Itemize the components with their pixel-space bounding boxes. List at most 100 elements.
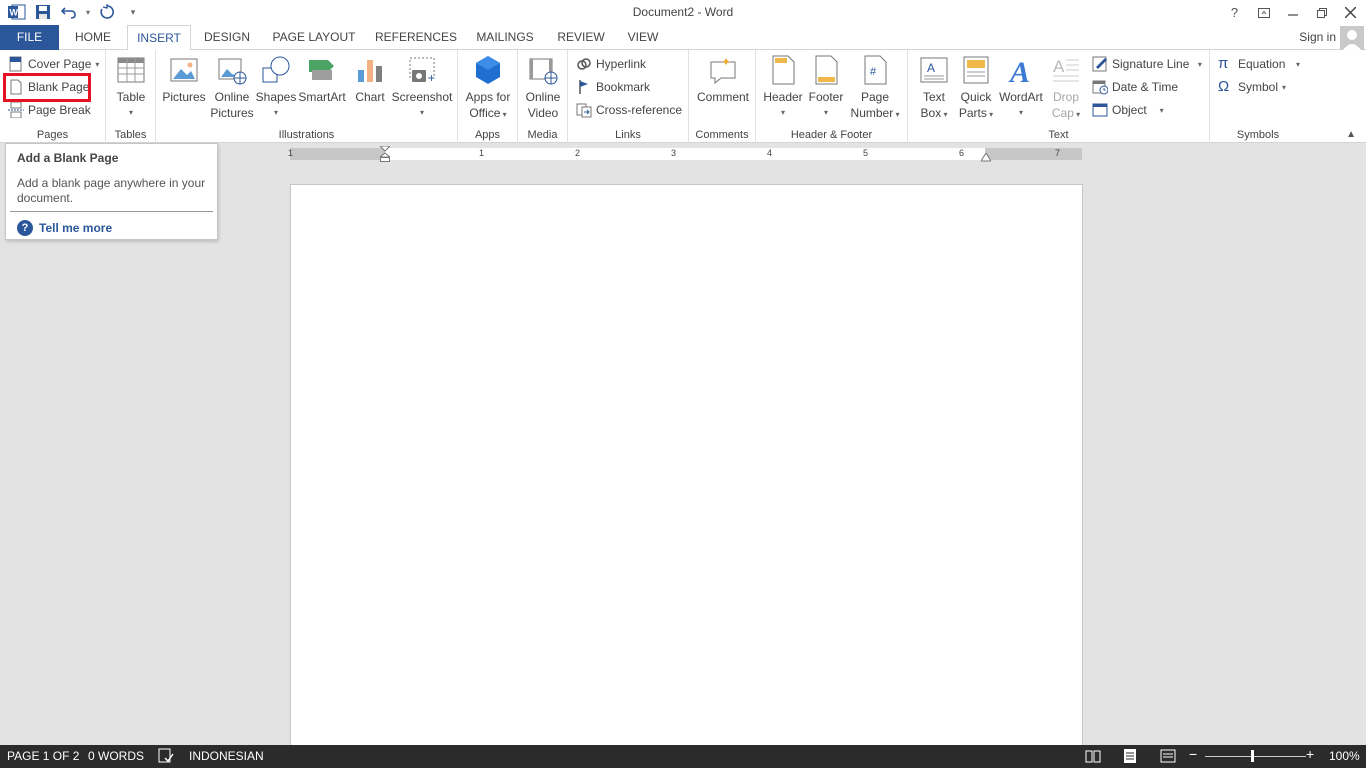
table-button[interactable]: Table ▾ bbox=[112, 54, 150, 121]
quick-parts-icon bbox=[960, 54, 992, 86]
calendar-icon bbox=[1092, 79, 1109, 95]
tell-me-more-link[interactable]: ? Tell me more bbox=[17, 220, 112, 236]
online-pictures-button[interactable]: Online Pictures bbox=[210, 54, 254, 121]
tab-mailings[interactable]: MAILINGS bbox=[468, 25, 542, 50]
group-media: Online Video Media bbox=[518, 50, 568, 143]
proofing-icon[interactable] bbox=[158, 748, 174, 767]
signature-line-button[interactable]: Signature Line ▾ bbox=[1092, 54, 1202, 74]
hyperlink-button[interactable]: Hyperlink bbox=[576, 54, 646, 74]
cross-reference-button[interactable]: Cross-reference bbox=[576, 100, 682, 120]
tab-view[interactable]: VIEW bbox=[618, 25, 668, 50]
bookmark-button[interactable]: Bookmark bbox=[576, 77, 650, 97]
sign-in-link[interactable]: Sign in bbox=[1299, 30, 1336, 44]
horizontal-ruler[interactable]: 1 1 2 3 4 5 6 7 bbox=[288, 145, 1082, 162]
collapse-ribbon-icon[interactable]: ▲ bbox=[1346, 129, 1356, 140]
tab-home[interactable]: HOME bbox=[63, 25, 123, 50]
right-indent-marker-icon[interactable] bbox=[980, 151, 992, 162]
web-layout-icon[interactable] bbox=[1160, 748, 1176, 767]
group-label-media: Media bbox=[527, 129, 558, 141]
zoom-in-icon[interactable]: + bbox=[1306, 746, 1314, 762]
group-header-footer: Header ▾ Footer ▾ # Page Number ▾ Header… bbox=[756, 50, 908, 143]
footer-button[interactable]: Footer ▾ bbox=[806, 54, 846, 121]
chart-button[interactable]: Chart bbox=[350, 54, 390, 105]
word-count[interactable]: 0 WORDS bbox=[88, 749, 144, 763]
object-icon bbox=[1092, 102, 1108, 118]
document-page[interactable] bbox=[290, 184, 1083, 746]
pictures-button[interactable]: Pictures bbox=[160, 54, 208, 105]
tab-insert[interactable]: INSERT bbox=[127, 25, 191, 51]
chevron-down-icon: ▾ bbox=[500, 110, 507, 119]
apps-for-office-button[interactable]: Apps for Office ▾ bbox=[462, 54, 514, 123]
document-title: Document2 - Word bbox=[632, 5, 734, 19]
group-label-text: Text bbox=[1048, 129, 1069, 141]
zoom-slider-track[interactable] bbox=[1205, 756, 1306, 757]
drop-cap-icon: A bbox=[1050, 54, 1082, 86]
chevron-down-icon: ▾ bbox=[823, 108, 828, 117]
tab-file[interactable]: FILE bbox=[0, 25, 59, 50]
window-controls: ? bbox=[1220, 0, 1365, 25]
tab-page-layout[interactable]: PAGE LAYOUT bbox=[264, 25, 364, 50]
read-mode-icon[interactable] bbox=[1085, 748, 1101, 767]
text-box-icon: A bbox=[918, 54, 950, 86]
chevron-down-icon: ▾ bbox=[1018, 108, 1023, 117]
page-number-icon: # bbox=[859, 54, 891, 86]
zoom-out-icon[interactable]: − bbox=[1189, 746, 1197, 762]
hyperlink-icon bbox=[576, 56, 592, 72]
title-bar: W ▾ ▾ Document2 - Word ? bbox=[0, 0, 1366, 25]
tab-review[interactable]: REVIEW bbox=[550, 25, 612, 50]
chevron-down-icon: ▾ bbox=[128, 108, 133, 117]
restore-button[interactable] bbox=[1307, 0, 1336, 25]
pictures-icon bbox=[168, 54, 200, 86]
avatar[interactable] bbox=[1340, 26, 1364, 50]
cover-page-button[interactable]: Cover Page ▾ bbox=[8, 54, 99, 74]
text-box-button[interactable]: A Text Box ▾ bbox=[912, 54, 956, 123]
svg-text:A: A bbox=[1053, 57, 1065, 76]
screenshot-button[interactable]: + Screenshot ▾ bbox=[390, 54, 454, 121]
page-count[interactable]: PAGE 1 OF 2 bbox=[7, 749, 79, 763]
ribbon-display-options-icon[interactable] bbox=[1249, 0, 1278, 25]
help-icon: ? bbox=[17, 220, 33, 236]
shapes-button[interactable]: Shapes ▾ bbox=[254, 54, 298, 121]
zoom-level[interactable]: 100% bbox=[1329, 749, 1360, 763]
group-label-comments: Comments bbox=[695, 129, 749, 141]
footer-icon bbox=[810, 54, 842, 86]
equation-button[interactable]: π Equation ▾ bbox=[1218, 54, 1300, 74]
wordart-button[interactable]: A WordArt ▾ bbox=[996, 54, 1046, 121]
cross-reference-icon bbox=[576, 102, 592, 118]
symbol-button[interactable]: Ω Symbol ▾ bbox=[1218, 77, 1286, 97]
object-button[interactable]: Object ▾ bbox=[1092, 100, 1164, 120]
smartart-button[interactable]: SmartArt bbox=[296, 54, 348, 105]
ruler-number: 3 bbox=[671, 148, 677, 158]
wordart-icon: A bbox=[1005, 54, 1037, 89]
language-indicator[interactable]: INDONESIAN bbox=[189, 749, 264, 763]
screenshot-icon: + bbox=[406, 54, 438, 86]
comment-button[interactable]: ✦ Comment bbox=[693, 54, 753, 105]
tooltip-title: Add a Blank Page bbox=[17, 151, 119, 165]
group-label-links: Links bbox=[615, 129, 641, 141]
group-text: A Text Box ▾ Quick Parts ▾ A WordArt ▾ A… bbox=[908, 50, 1210, 143]
online-pictures-icon bbox=[216, 54, 248, 86]
tab-design[interactable]: DESIGN bbox=[196, 25, 258, 50]
header-button[interactable]: Header ▾ bbox=[760, 54, 806, 121]
online-video-button[interactable]: Online Video bbox=[521, 54, 565, 121]
indent-marker-icon[interactable] bbox=[378, 145, 392, 162]
ruler-number: 5 bbox=[863, 148, 869, 158]
close-button[interactable] bbox=[1336, 0, 1365, 25]
zoom-slider-thumb[interactable] bbox=[1251, 750, 1254, 762]
page-number-button[interactable]: # Page Number ▾ bbox=[846, 54, 904, 123]
group-apps: Apps for Office ▾ Apps bbox=[458, 50, 518, 143]
quick-parts-button[interactable]: Quick Parts ▾ bbox=[954, 54, 998, 123]
date-time-button[interactable]: Date & Time bbox=[1092, 77, 1178, 97]
ruler-number: 1 bbox=[479, 148, 485, 158]
minimize-button[interactable] bbox=[1278, 0, 1307, 25]
table-icon bbox=[115, 54, 147, 86]
print-layout-icon[interactable] bbox=[1122, 748, 1138, 767]
chevron-down-icon: ▾ bbox=[95, 59, 100, 69]
help-button[interactable]: ? bbox=[1220, 0, 1249, 25]
tab-references[interactable]: REFERENCES bbox=[370, 25, 462, 50]
shapes-icon bbox=[260, 54, 292, 86]
page-break-button[interactable]: Page Break bbox=[8, 100, 91, 120]
tooltip-body: Add a blank page anywhere in your docume… bbox=[17, 176, 206, 205]
ruler-number: 1 bbox=[288, 148, 294, 158]
group-links: Hyperlink Bookmark Cross-reference Links bbox=[568, 50, 689, 143]
